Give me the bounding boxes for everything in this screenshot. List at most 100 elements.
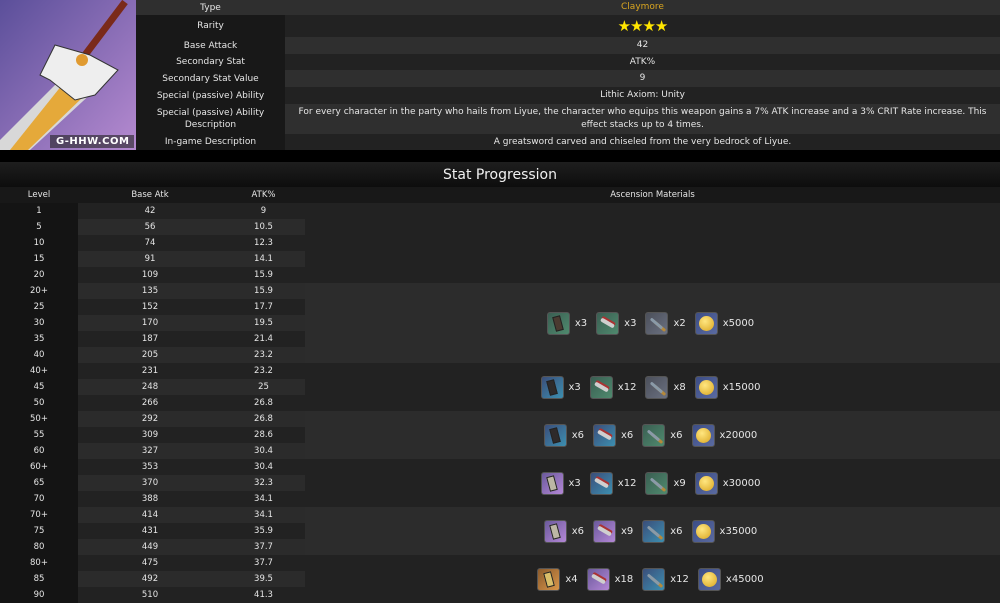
ascension-materials-cell [305,203,1000,283]
coin-icon [698,475,714,491]
level-cell: 45 [0,379,78,395]
material-count: x30000 [722,477,761,489]
atk-percent-cell: 32.3 [222,475,305,491]
level-cell: 60+ [0,459,78,475]
coin-material-icon[interactable] [691,519,715,543]
atk-percent-cell: 41.3 [222,587,305,603]
chip-material-icon[interactable] [543,423,567,447]
level-cell: 25 [0,299,78,315]
atk-percent-cell: 35.9 [222,523,305,539]
chip-material-icon[interactable] [543,519,567,543]
chip-icon [543,570,555,588]
atk-percent-cell: 34.1 [222,491,305,507]
level-cell: 50+ [0,411,78,427]
info-value: For every character in the party who hai… [285,104,1000,134]
chip-material-icon[interactable] [540,471,564,495]
material-count: x12 [670,573,689,585]
base-atk-cell: 309 [78,427,222,443]
coin-material-icon[interactable] [694,471,718,495]
atk-percent-cell: 9 [222,203,305,219]
info-row: Base Attack 42 [136,37,1000,54]
coin-icon [701,571,717,587]
coin-material-icon[interactable] [697,567,721,591]
chip-material-icon[interactable] [537,567,561,591]
ascension-materials-cell: x3 x3 x2 x5000 [305,283,1000,363]
material-count: x6 [670,429,683,441]
knife-icon [647,573,661,585]
blade-material-icon[interactable] [586,567,610,591]
material-count: x18 [614,573,634,585]
blade-material-icon[interactable] [592,519,616,543]
material-count: x9 [673,477,686,489]
atk-percent-cell: 37.7 [222,555,305,571]
coin-material-icon[interactable] [691,423,715,447]
material-count: x5000 [722,317,755,329]
base-atk-cell: 152 [78,299,222,315]
level-cell: 50 [0,395,78,411]
coin-material-icon[interactable] [694,311,718,335]
knife-material-icon[interactable] [645,375,669,399]
level-cell: 70+ [0,507,78,523]
atk-percent-cell: 23.2 [222,363,305,379]
material-count: x6 [670,525,683,537]
level-cell: 10 [0,235,78,251]
level-cell: 40+ [0,363,78,379]
info-value: ATK% [285,54,1000,70]
material-count: x45000 [725,573,764,585]
blade-material-icon[interactable] [589,471,613,495]
base-atk-cell: 475 [78,555,222,571]
material-count: x6 [571,429,584,441]
info-label: Secondary Stat [136,54,285,70]
knife-material-icon[interactable] [645,471,669,495]
info-label: Special (passive) Ability Description [136,104,285,134]
info-row: Special (passive) Ability Lithic Axiom: U… [136,87,1000,104]
info-row: Special (passive) Ability Description For… [136,104,1000,134]
info-value: Lithic Axiom: Unity [285,87,1000,104]
info-value: 9 [285,70,1000,87]
coin-icon [695,427,711,443]
knife-material-icon[interactable] [642,567,666,591]
ascension-materials-cell: x6 x6 x6 x20000 [305,411,1000,459]
blade-material-icon[interactable] [592,423,616,447]
info-row: Secondary Stat Value 9 [136,70,1000,87]
ascension-materials-cell: x3 x12 x9 x30000 [305,459,1000,507]
knife-material-icon[interactable] [645,311,669,335]
level-cell: 85 [0,571,78,587]
stat-progression-title: Stat Progression [0,162,1000,187]
chip-icon [546,378,558,396]
header-atk-percent: ATK% [222,187,305,203]
level-cell: 35 [0,331,78,347]
level-cell: 70 [0,491,78,507]
watermark: G-HHW.COM [56,136,130,147]
atk-percent-cell: 14.1 [222,251,305,267]
info-row: Type Claymore [136,0,1000,15]
blade-icon [590,573,606,585]
knife-material-icon[interactable] [642,423,666,447]
chip-icon [552,314,565,332]
material-count: x9 [620,525,634,537]
material-count: x35000 [719,525,758,537]
material-count: x6 [571,525,584,537]
blade-material-icon[interactable] [589,375,613,399]
blade-material-icon[interactable] [596,311,620,335]
base-atk-cell: 205 [78,347,222,363]
atk-percent-cell: 30.4 [222,443,305,459]
chip-material-icon[interactable] [540,375,564,399]
header-ascension-materials: Ascension Materials [305,187,1000,203]
base-atk-cell: 170 [78,315,222,331]
base-atk-cell: 492 [78,571,222,587]
coin-material-icon[interactable] [694,375,718,399]
base-atk-cell: 292 [78,411,222,427]
chip-icon [549,426,562,444]
material-count: x3 [574,317,588,329]
table-row: 70+ 414 34.1 x6 x9 x6 x35000 [0,507,1000,555]
base-atk-cell: 327 [78,443,222,459]
knife-icon [650,317,664,329]
knife-icon [650,477,664,489]
atk-percent-cell: 15.9 [222,283,305,299]
base-atk-cell: 431 [78,523,222,539]
info-row: Secondary Stat ATK% [136,54,1000,70]
chip-material-icon[interactable] [546,311,570,335]
base-atk-cell: 388 [78,491,222,507]
knife-material-icon[interactable] [642,519,666,543]
